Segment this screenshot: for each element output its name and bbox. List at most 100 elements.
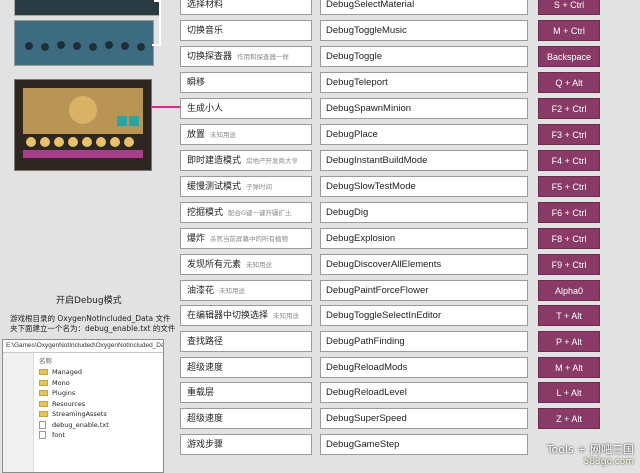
table-row-name: 发现所有元素 未知用途 [180, 254, 312, 275]
file-list-item[interactable]: StreamingAssets [39, 409, 163, 420]
row-note: 杀死当前屏幕中的所有植物 [210, 235, 289, 243]
folder-icon [39, 411, 48, 417]
row-command: DebugSpawnMinion [320, 98, 528, 119]
game-screenshot-resources [14, 20, 154, 66]
row-shortcut-key: F9 + Ctrl [538, 254, 600, 275]
file-name: Mono [52, 378, 70, 387]
table-row-name: 在编辑器中切换选择 未知用途 [180, 305, 312, 326]
row-name-label: 切换音乐 [187, 26, 224, 36]
row-name-label: 选择材料 [187, 0, 224, 10]
row-command: DebugToggle [320, 46, 528, 67]
row-name-label: 超级速度 [187, 414, 224, 424]
folder-icon [39, 369, 48, 375]
row-name-label: 超级速度 [187, 363, 224, 373]
row-command: DebugToggleMusic [320, 20, 528, 41]
table-row-name: 超级速度 [180, 357, 312, 378]
file-list-item[interactable]: Mono [39, 378, 163, 389]
row-command: DebugSelectMaterial [320, 0, 528, 15]
watermark: Tools + 网吧三国 583go.com [547, 441, 634, 467]
folder-icon [39, 379, 48, 386]
address-bar[interactable]: E:\Games\OxygenNotIncluded\OxygenNotIncl… [3, 340, 163, 353]
file-name: Resources [52, 399, 86, 408]
row-command: DebugInstantBuildMode [320, 150, 528, 171]
row-shortcut-key: M + Alt [538, 357, 600, 378]
connector-line [159, 0, 161, 46]
table-row-name: 生成小人 [180, 98, 312, 119]
row-shortcut-key: Alpha0 [538, 280, 600, 301]
file-icon [39, 431, 46, 439]
row-name-label: 油漆花 [187, 286, 215, 296]
table-row-name: 爆炸 杀死当前屏幕中的所有植物 [180, 228, 312, 249]
row-command: DebugExplosion [320, 228, 528, 249]
file-list-item[interactable]: Plugins [39, 388, 163, 399]
row-note: 未知用途 [210, 131, 237, 139]
column-header-name[interactable]: 名称 [39, 355, 163, 367]
row-shortcut-key: F8 + Ctrl [538, 228, 600, 249]
file-list: 名称 Managed Mono Plugins Resources StreamingA… [39, 355, 163, 441]
row-command: DebugGameStep [320, 434, 528, 455]
row-name-label: 即时建造模式 [187, 156, 242, 166]
row-note: 未知用途 [273, 312, 300, 320]
row-name-label: 在编辑器中切换选择 [187, 311, 269, 321]
row-shortcut-key: S + Ctrl [538, 0, 600, 15]
row-shortcut-key: F6 + Ctrl [538, 202, 600, 223]
connector-line [152, 44, 161, 46]
row-command: DebugTeleport [320, 72, 528, 93]
navigation-pane [3, 353, 34, 472]
table-row-name: 重载层 [180, 382, 312, 403]
game-screenshot-minions [14, 79, 152, 171]
row-shortcut-key: Q + Alt [538, 72, 600, 93]
row-name-label: 生成小人 [187, 104, 224, 114]
file-name: font [52, 431, 65, 439]
table-row-name: 油漆花 未知用途 [180, 280, 312, 301]
row-command: DebugReloadLevel [320, 382, 528, 403]
file-name: Plugins [52, 389, 76, 397]
row-shortcut-key: F4 + Ctrl [538, 150, 600, 171]
row-command: DebugPaintForceFlower [320, 280, 528, 301]
watermark-url: 583go.com [583, 457, 634, 467]
file-list-item[interactable]: Resources [39, 399, 163, 410]
table-row-name: 即时建造模式 房地产开发商大亨 [180, 150, 312, 171]
row-command: DebugPathFinding [320, 331, 528, 352]
row-name-label: 重载层 [187, 388, 215, 398]
row-shortcut-key: P + Alt [538, 331, 600, 352]
folder-icon [39, 390, 48, 396]
row-shortcut-key: Backspace [538, 46, 600, 67]
file-list-item[interactable]: Managed [39, 367, 163, 378]
row-note: 房地产开发商大亨 [246, 157, 299, 165]
row-shortcut-key: Z + Alt [538, 408, 600, 429]
table-row-name: 切换探查器 作用和探查器一样 [180, 46, 312, 67]
file-icon [39, 420, 46, 429]
table-row-name: 查找路径 [180, 331, 312, 352]
row-shortcut-key: T + Alt [538, 305, 600, 326]
row-note: 未知用途 [246, 261, 273, 269]
game-screenshot-top [14, 0, 160, 16]
file-list-item[interactable]: debug_enable.txt [39, 420, 163, 431]
row-name-label: 缓慢测试模式 [187, 182, 242, 192]
row-note: 配合G键一键开疆扩土 [228, 209, 292, 217]
row-name-label: 爆炸 [187, 234, 206, 244]
table-row-name: 选择材料 [180, 0, 312, 15]
row-shortcut-key: F5 + Ctrl [538, 176, 600, 197]
table-row-name: 切换音乐 [180, 20, 312, 41]
row-name-label: 放置 [187, 130, 206, 140]
table-row-name: 游戏步骤 [180, 434, 312, 455]
resource-icons-image [25, 41, 145, 51]
row-shortcut-key: L + Alt [538, 382, 600, 403]
watermark-text: Tools + 网吧三国 [546, 443, 634, 456]
row-note: 作用和探查器一样 [237, 53, 290, 61]
minion-scene-image [23, 88, 143, 158]
folder-icon [39, 400, 48, 407]
table-row-name: 挖掘模式 配合G键一键开疆扩土 [180, 202, 312, 223]
row-name-label: 查找路径 [187, 337, 224, 347]
row-command: DebugPlace [320, 124, 528, 145]
row-command: DebugToggleSelectInEditor [320, 305, 528, 326]
row-name-label: 切换探查器 [187, 52, 233, 62]
instruction-line-2: 夹下面建立一个名为：debug_enable.txt 的文件 [10, 324, 176, 333]
debug-mode-heading: 开启Debug模式 [56, 296, 122, 306]
table-row-name: 超级速度 [180, 408, 312, 429]
row-command: DebugSuperSpeed [320, 408, 528, 429]
row-note: 未知用途 [219, 287, 246, 295]
file-list-item[interactable]: font [39, 430, 163, 441]
row-shortcut-key: F3 + Ctrl [538, 124, 600, 145]
